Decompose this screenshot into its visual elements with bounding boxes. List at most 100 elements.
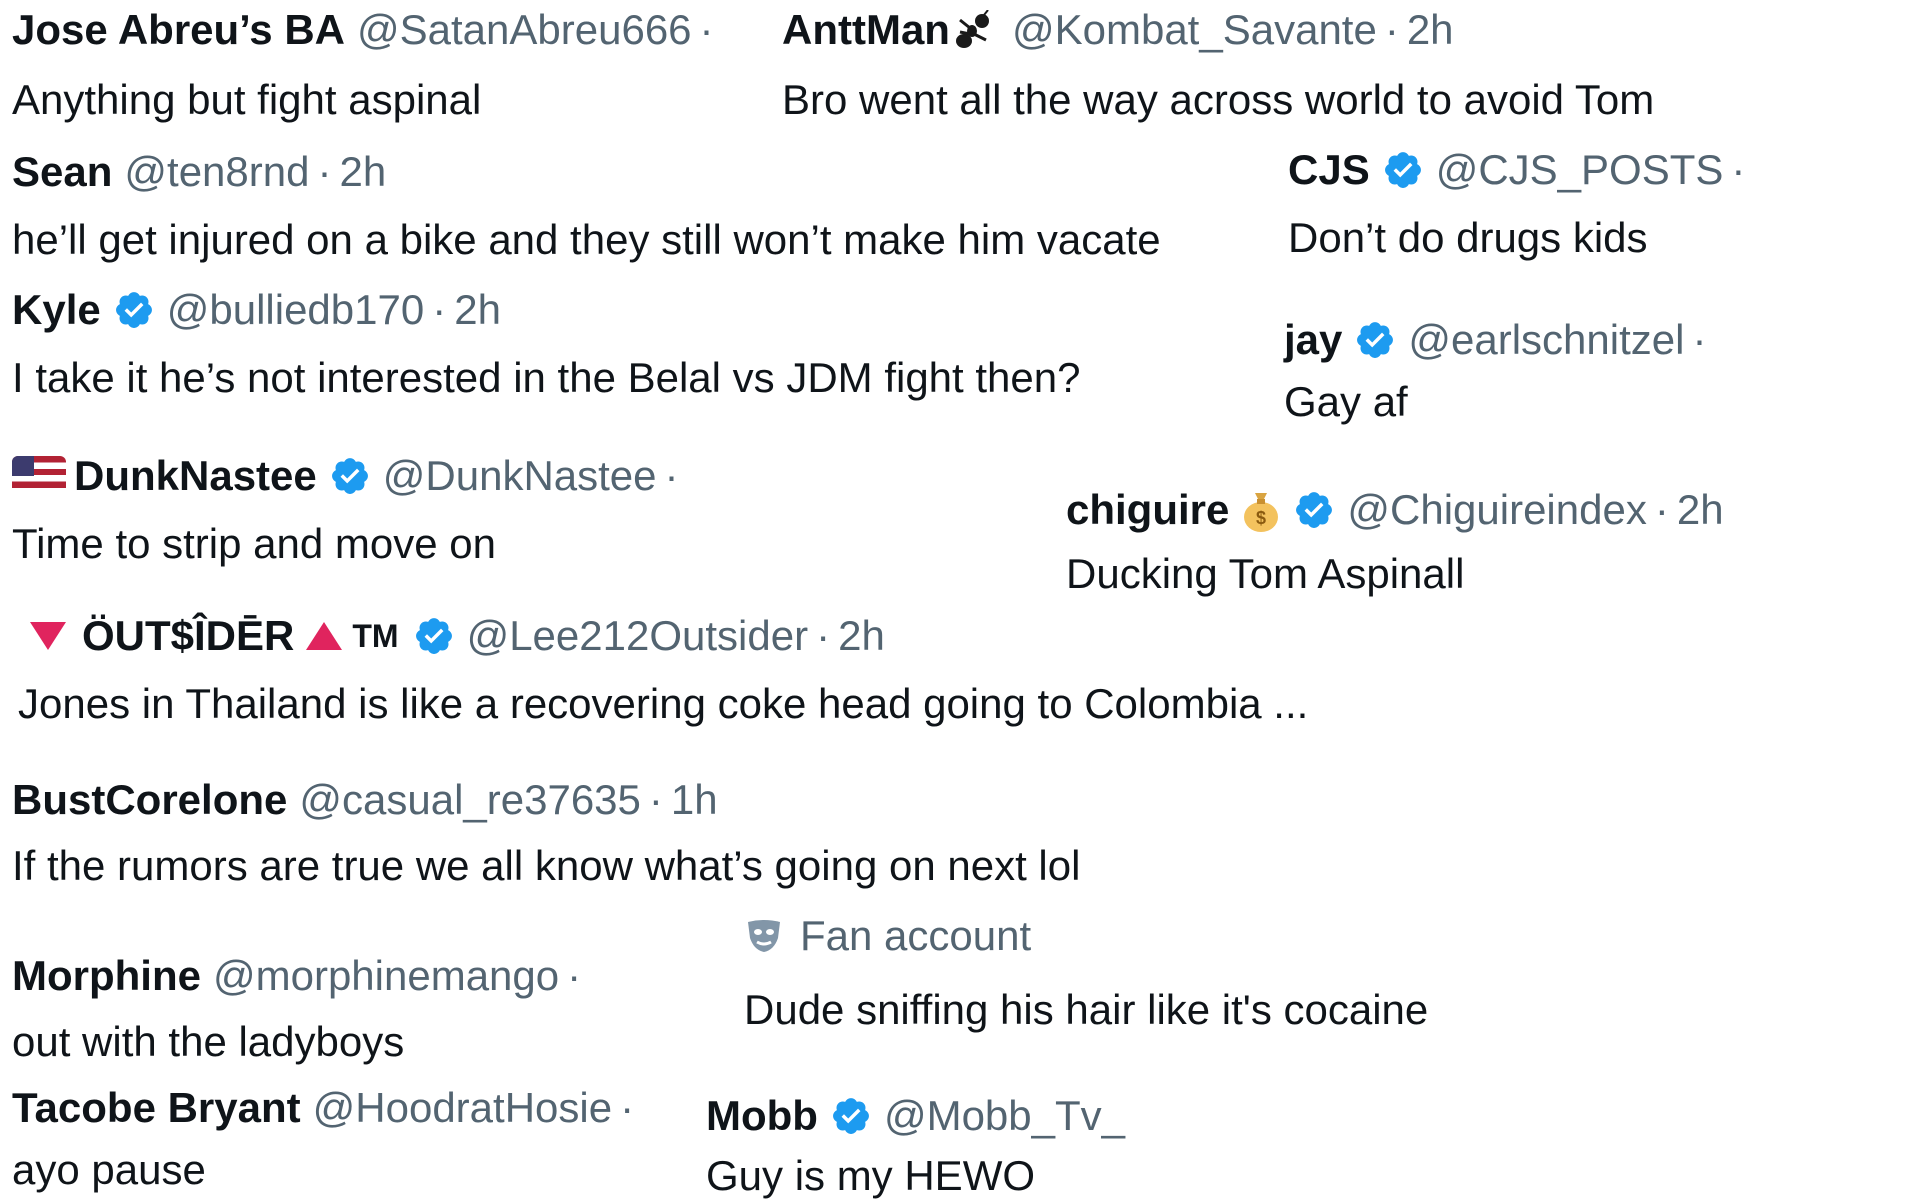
svg-text:$: $ — [1256, 508, 1266, 528]
timestamp[interactable]: 2h — [1677, 484, 1724, 536]
reply-chiguire: chiguire $ @Chiguireindex · 2h Ducking T… — [1066, 484, 1724, 602]
separator-dot: · — [1692, 316, 1707, 363]
reply-text: out with the ladyboys — [12, 1018, 405, 1065]
up-triangle-icon — [306, 622, 343, 650]
display-name[interactable]: chiguire — [1066, 484, 1229, 536]
reply-header: Kyle @bulliedb170 · 2h — [12, 284, 1080, 336]
ant-icon — [955, 10, 989, 48]
display-name[interactable]: AnttMan — [782, 4, 950, 56]
reply-fan-account: Fan account Dude sniffing his hair like … — [744, 910, 1428, 1038]
handle[interactable]: @Chiguireindex — [1347, 484, 1646, 536]
reply-header: Sean @ten8rnd · 2h — [12, 146, 1161, 198]
reply-header: Jose Abreu’s BA @SatanAbreu666 · — [12, 4, 722, 56]
timestamp[interactable]: 2h — [454, 284, 501, 336]
separator-dot: · — [1384, 6, 1399, 53]
reply-kyle: Kyle @bulliedb170 · 2h I take it he’s no… — [12, 284, 1080, 406]
handle[interactable]: @CJS_POSTS — [1436, 144, 1724, 196]
reply-text: If the rumors are true we all know what’… — [12, 842, 1081, 889]
trademark-suffix: TM — [352, 618, 399, 654]
handle[interactable]: @SatanAbreu666 — [357, 4, 692, 56]
reply-header: Mobb @Mobb_Tv_ — [706, 1090, 1125, 1142]
reply-jay: jay @earlschnitzel · Gay af — [1284, 314, 1714, 430]
reply-dunknastee: DunkNastee @DunkNastee · Time to strip a… — [12, 450, 687, 572]
reply-header: jay @earlschnitzel · — [1284, 314, 1714, 366]
reply-text: Bro went all the way across world to avo… — [782, 76, 1655, 123]
timestamp[interactable]: 2h — [1407, 4, 1454, 56]
display-name[interactable]: DunkNastee — [74, 450, 317, 502]
reply-text: I take it he’s not interested in the Bel… — [12, 354, 1081, 401]
display-name[interactable]: Sean — [12, 146, 112, 198]
reply-header: DunkNastee @DunkNastee · — [12, 450, 687, 502]
fan-account-label-row: Fan account — [744, 910, 1428, 962]
fan-account-label: Fan account — [800, 912, 1032, 959]
handle[interactable]: @earlschnitzel — [1408, 314, 1684, 366]
separator-dot: · — [648, 776, 663, 823]
separator-dot: · — [1654, 486, 1669, 533]
reply-anttman: AnttMan @Kombat_Savante · 2h Bro went al… — [782, 4, 1654, 128]
down-triangle-icon — [30, 622, 66, 650]
reply-header: Tacobe Bryant @HoodratHosie · — [12, 1082, 642, 1134]
display-name[interactable]: jay — [1284, 314, 1342, 366]
reply-header: AnttMan @Kombat_Savante · 2h — [782, 4, 1654, 56]
handle[interactable]: @ten8rnd — [124, 146, 309, 198]
timestamp[interactable]: 2h — [838, 610, 885, 662]
handle[interactable]: @bulliedb170 — [167, 284, 425, 336]
reply-text: Guy is my HEWO — [706, 1152, 1036, 1199]
display-name[interactable]: Morphine — [12, 950, 201, 1002]
reply-header: CJS @CJS_POSTS · — [1288, 144, 1753, 196]
handle[interactable]: @casual_re37635 — [299, 774, 641, 826]
reply-text: Dude sniffing his hair like it's cocaine — [744, 986, 1429, 1033]
reply-text: Time to strip and move on — [12, 520, 496, 567]
reply-jose-abreu: Jose Abreu’s BA @SatanAbreu666 · Anythin… — [12, 4, 722, 128]
fan-account-mask-icon — [748, 920, 780, 952]
display-name[interactable]: BustCorelone — [12, 774, 287, 826]
separator-dot: · — [567, 952, 582, 999]
display-name[interactable]: Mobb — [706, 1090, 818, 1142]
reply-sean: Sean @ten8rnd · 2h he’ll get injured on … — [12, 146, 1161, 268]
timestamp[interactable]: 2h — [339, 146, 386, 198]
timestamp[interactable]: 1h — [671, 774, 718, 826]
separator-dot: · — [1731, 146, 1746, 193]
verified-badge-icon — [1296, 492, 1333, 528]
money-bag-icon: $ — [1244, 493, 1279, 532]
display-name[interactable]: Tacobe Bryant — [12, 1082, 301, 1134]
reply-text: Gay af — [1284, 378, 1408, 425]
reply-tacobe-bryant: Tacobe Bryant @HoodratHosie · ayo pause — [12, 1082, 642, 1198]
separator-dot: · — [816, 612, 831, 659]
handle[interactable]: @DunkNastee — [383, 450, 657, 502]
display-name[interactable]: Jose Abreu’s BA — [12, 4, 345, 56]
reply-text: Jones in Thailand is like a recovering c… — [18, 680, 1309, 727]
display-name[interactable]: Kyle — [12, 284, 101, 336]
reply-text: he’ll get injured on a bike and they sti… — [12, 216, 1161, 263]
handle[interactable]: @Kombat_Savante — [1012, 4, 1377, 56]
display-name[interactable]: CJS — [1288, 144, 1370, 196]
reply-outsider: ÖUT$ÎDĒR TM @Lee212Outsider · 2h Jones i… — [18, 610, 1308, 732]
handle[interactable]: @Mobb_Tv_ — [884, 1090, 1125, 1142]
verified-badge-icon — [833, 1098, 869, 1134]
reply-morphine: Morphine @morphinemango · out with the l… — [12, 950, 589, 1070]
reply-header: Morphine @morphinemango · — [12, 950, 589, 1002]
separator-dot: · — [620, 1084, 635, 1131]
separator-dot: · — [432, 286, 447, 333]
reply-text: Anything but fight aspinal — [12, 76, 482, 123]
reply-header: ÖUT$ÎDĒR TM @Lee212Outsider · 2h — [30, 610, 1308, 662]
separator-dot: · — [699, 6, 714, 53]
reply-bustcorelone: BustCorelone @casual_re37635 · 1h If the… — [12, 774, 1080, 894]
display-name[interactable]: ÖUT$ÎDĒR — [82, 610, 294, 662]
verified-badge-icon — [1384, 152, 1421, 188]
verified-badge-icon — [1357, 322, 1394, 358]
verified-badge-icon — [415, 618, 452, 654]
verified-badge-icon — [115, 292, 152, 328]
handle[interactable]: @morphinemango — [213, 950, 559, 1002]
handle[interactable]: @Lee212Outsider — [467, 610, 809, 662]
handle[interactable]: @HoodratHosie — [313, 1082, 612, 1134]
reply-text: Ducking Tom Aspinall — [1066, 550, 1465, 597]
reply-header: BustCorelone @casual_re37635 · 1h — [12, 774, 1080, 826]
reply-header: chiguire $ @Chiguireindex · 2h — [1066, 484, 1724, 536]
separator-dot: · — [664, 452, 679, 499]
separator-dot: · — [317, 148, 332, 195]
reply-cjs: CJS @CJS_POSTS · Don’t do drugs kids — [1288, 144, 1753, 266]
reply-text: Don’t do drugs kids — [1288, 214, 1648, 261]
us-flag-icon — [12, 456, 66, 496]
reply-text: ayo pause — [12, 1146, 206, 1193]
